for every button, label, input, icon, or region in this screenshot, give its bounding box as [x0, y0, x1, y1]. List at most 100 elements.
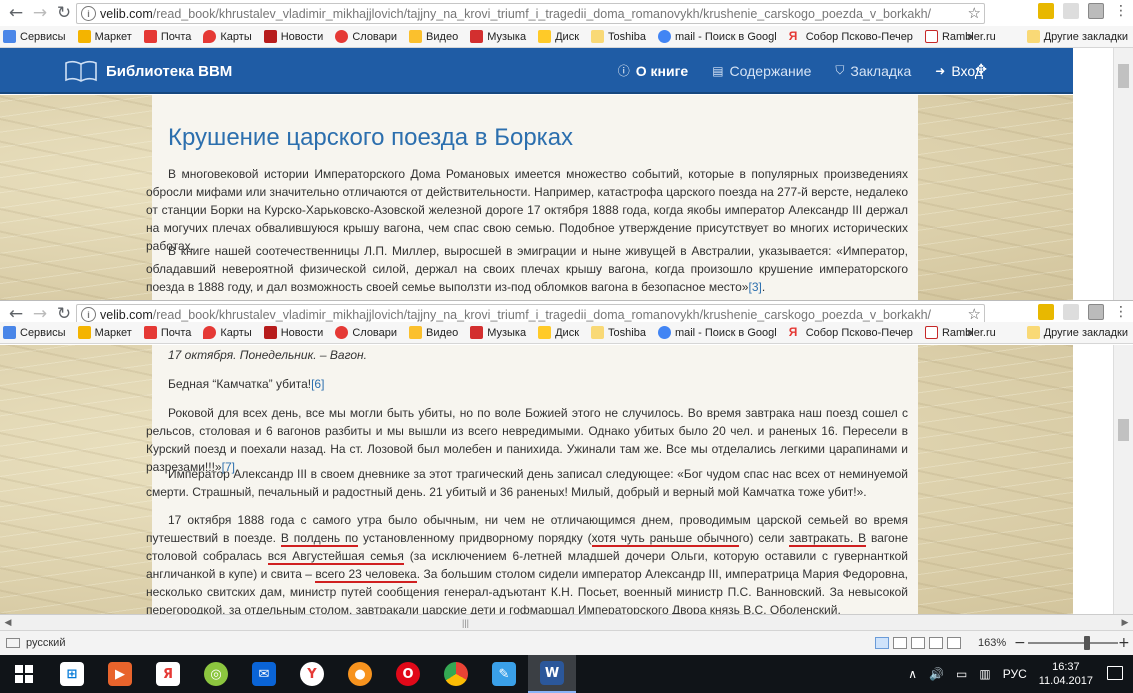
bookmark-item[interactable]: Сервисы — [3, 326, 66, 339]
bookmark-item[interactable]: Видео — [409, 326, 458, 339]
scrollbar-thumb[interactable] — [1118, 419, 1129, 441]
bookmark-item[interactable]: Новости — [263, 30, 323, 43]
taskbar-word[interactable]: W — [528, 655, 576, 693]
bookmark-item[interactable]: Карты — [203, 30, 252, 43]
bookmark-item[interactable]: Маркет — [77, 326, 132, 339]
menu-icon[interactable]: ⋮ — [1113, 304, 1129, 320]
bookmark-item[interactable]: Новости — [263, 326, 323, 339]
bookmark-item[interactable]: Rambler.ru — [924, 326, 996, 339]
nav-bookmark[interactable]: ⛉ Закладка — [835, 62, 911, 79]
bookmark-item[interactable]: Маркет — [77, 30, 132, 43]
scroll-right-icon[interactable]: ▶ — [1117, 618, 1133, 628]
page-scrollbar[interactable] — [1113, 345, 1133, 614]
url-input[interactable]: i velib.com/read_book/khrustalev_vladimi… — [76, 3, 985, 24]
article-paragraph: В книге нашей соотечественницы Л.П. Милл… — [146, 244, 908, 294]
opera-icon: O — [396, 662, 420, 686]
info-icon[interactable]: i — [81, 6, 96, 21]
bookmark-item[interactable]: Toshiba — [591, 30, 646, 43]
media-player-icon: ▶ — [108, 662, 132, 686]
other-bookmarks[interactable]: Другие закладки — [1026, 30, 1128, 43]
show-hidden-icons[interactable]: ∧ — [908, 667, 917, 681]
app-circle-icon: ◎ — [204, 662, 228, 686]
scroll-left-icon[interactable]: ◀ — [0, 618, 16, 628]
document-icon: ▤ — [712, 63, 724, 78]
taskbar-paint[interactable]: ✎ — [480, 655, 528, 693]
draft-view-icon[interactable] — [947, 637, 961, 649]
print-layout-view-icon[interactable] — [875, 637, 889, 649]
bookmark-item[interactable]: Карты — [203, 326, 252, 339]
notifications-icon[interactable] — [1107, 666, 1123, 680]
bookmark-item[interactable]: Toshiba — [591, 326, 646, 339]
taskbar-media[interactable]: ▶ — [96, 655, 144, 693]
bookmark-item[interactable]: mail - Поиск в Googl — [657, 326, 777, 339]
red-underline: всего 23 человека — [315, 567, 417, 583]
zoom-in-button[interactable]: + — [1118, 635, 1130, 651]
back-arrow-icon[interactable]: ← — [4, 1, 28, 25]
footnote-link[interactable]: [3] — [748, 280, 761, 294]
web-layout-view-icon[interactable] — [911, 637, 925, 649]
bookmark-item[interactable]: Я Собор Псково-Печер — [789, 30, 913, 43]
taskbar-opera[interactable]: O — [384, 655, 432, 693]
bookmark-item[interactable]: Почта — [143, 326, 191, 339]
bookmark-item[interactable]: Почта — [143, 30, 191, 43]
battery-icon[interactable]: ▭ — [956, 667, 967, 681]
language-indicator[interactable]: русский — [6, 637, 65, 649]
input-language[interactable]: РУС — [1003, 667, 1027, 681]
star-icon[interactable]: ☆ — [968, 4, 981, 22]
bookmark-item[interactable]: Видео — [409, 30, 458, 43]
taskbar-yandex[interactable]: Я — [144, 655, 192, 693]
page-scrollbar[interactable] — [1113, 48, 1133, 300]
star-icon[interactable]: ☆ — [968, 305, 981, 323]
other-bookmarks[interactable]: Другие закладки — [1026, 326, 1128, 339]
zoom-out-button[interactable]: − — [1014, 635, 1026, 651]
more-bookmarks-button[interactable]: » — [967, 31, 973, 43]
bookmark-item[interactable]: Rambler.ru — [924, 30, 996, 43]
bookmark-item[interactable]: Словари — [335, 30, 397, 43]
reading-view-icon[interactable] — [893, 637, 907, 649]
extension-icon[interactable] — [1063, 3, 1079, 19]
nav-about[interactable]: ⓘ О книге — [618, 62, 688, 79]
bookmark-item[interactable]: Музыка — [470, 326, 526, 339]
bookmark-item[interactable]: Диск — [538, 30, 579, 43]
kaspersky-icon[interactable] — [1088, 3, 1104, 19]
scroll-grip-icon[interactable]: ||| — [462, 618, 474, 628]
taskbar: ⊞ ▶ Я ◎ ✉ Y ● O ✎ W ∧ 🔊 ▭ ▥ РУС 16:37 11… — [0, 655, 1133, 693]
zoom-level[interactable]: 163% — [978, 637, 1006, 649]
taskbar-yandex-browser[interactable]: Y — [288, 655, 336, 693]
taskbar-app[interactable]: ◎ — [192, 655, 240, 693]
info-icon[interactable]: i — [81, 307, 96, 322]
zoom-slider-thumb[interactable] — [1084, 636, 1090, 650]
start-button[interactable] — [0, 655, 48, 693]
bookmark-item[interactable]: Музыка — [470, 30, 526, 43]
bookmark-item[interactable]: Словари — [335, 326, 397, 339]
kaspersky-icon[interactable] — [1088, 304, 1104, 320]
zoom-slider[interactable] — [1028, 642, 1118, 644]
bookmark-extension-icon[interactable] — [1038, 304, 1054, 320]
bookmark-item[interactable]: mail - Поиск в Googl — [657, 30, 777, 43]
footnote-link[interactable]: [6] — [311, 377, 324, 391]
horizontal-scrollbar[interactable]: ◀ ||| ▶ — [0, 614, 1133, 630]
more-bookmarks-button[interactable]: » — [967, 327, 973, 339]
extension-icon[interactable] — [1063, 304, 1079, 320]
taskbar-store[interactable]: ⊞ — [48, 655, 96, 693]
volume-icon[interactable]: 🔊 — [929, 667, 944, 681]
clock[interactable]: 16:37 11.04.2017 — [1039, 660, 1093, 688]
bookmark-extension-icon[interactable] — [1038, 3, 1054, 19]
store-icon: ⊞ — [60, 662, 84, 686]
taskbar-odnoklassniki[interactable]: ● — [336, 655, 384, 693]
nav-contents[interactable]: ▤ Содержание — [712, 62, 811, 79]
brand-logo[interactable]: Библиотека ВВМ — [64, 58, 232, 84]
bookmark-icon: ⛉ — [835, 63, 845, 77]
fullscreen-icon[interactable]: ✥ — [975, 62, 987, 78]
reload-icon[interactable]: ↻ — [52, 1, 76, 25]
forward-arrow-icon[interactable]: → — [28, 1, 52, 25]
scrollbar-thumb[interactable] — [1118, 64, 1129, 88]
bookmark-item[interactable]: Я Собор Псково-Печер — [789, 326, 913, 339]
taskbar-mail[interactable]: ✉ — [240, 655, 288, 693]
bookmark-item[interactable]: Сервисы — [3, 30, 66, 43]
network-icon[interactable]: ▥ — [979, 667, 990, 681]
outline-view-icon[interactable] — [929, 637, 943, 649]
taskbar-chrome[interactable] — [432, 655, 480, 693]
bookmark-item[interactable]: Диск — [538, 326, 579, 339]
menu-icon[interactable]: ⋮ — [1113, 3, 1129, 19]
